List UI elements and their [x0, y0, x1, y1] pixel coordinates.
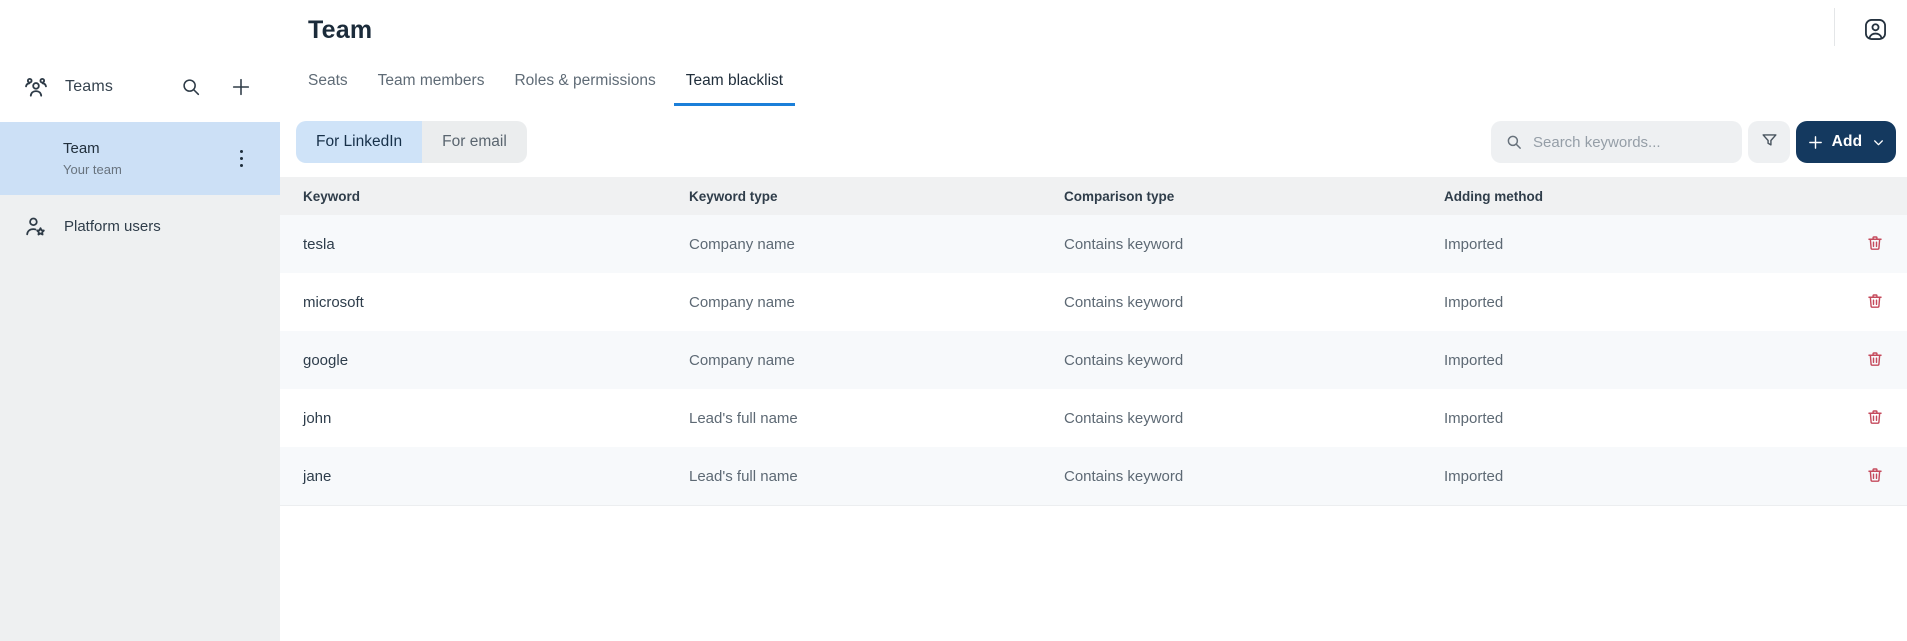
platform-users-label: Platform users: [64, 218, 161, 235]
team-item-texts: Team Your team: [63, 140, 232, 177]
cell-keyword-type: Company name: [689, 294, 1064, 311]
sidebar-header: Teams: [0, 0, 280, 122]
search-keywords-input[interactable]: [1533, 134, 1728, 151]
table-row: jane Lead's full name Contains keyword I…: [280, 447, 1907, 505]
controls-row: For LinkedIn For email: [280, 121, 1907, 163]
filter-chip-linkedin[interactable]: For LinkedIn: [296, 121, 422, 163]
cell-adding-method: Imported: [1444, 294, 1843, 311]
search-icon[interactable]: [180, 76, 202, 98]
column-header-keyword-type: Keyword type: [689, 189, 1064, 204]
table-row: tesla Company name Contains keyword Impo…: [280, 215, 1907, 273]
cell-keyword-type: Lead's full name: [689, 468, 1064, 485]
page-title: Team: [308, 16, 1907, 45]
cell-adding-method: Imported: [1444, 352, 1843, 369]
table-body: tesla Company name Contains keyword Impo…: [280, 215, 1907, 505]
team-item-name: Team: [63, 140, 232, 157]
add-team-icon[interactable]: [230, 76, 252, 98]
cell-keyword: tesla: [303, 236, 689, 253]
cell-comparison-type: Contains keyword: [1064, 352, 1444, 369]
tab-seats[interactable]: Seats: [296, 70, 360, 106]
delete-row-button[interactable]: [1862, 289, 1888, 315]
table-row: google Company name Contains keyword Imp…: [280, 331, 1907, 389]
team-item-subtitle: Your team: [63, 162, 232, 177]
plus-icon: [1807, 134, 1824, 151]
column-header-keyword: Keyword: [303, 189, 689, 204]
table-row: john Lead's full name Contains keyword I…: [280, 389, 1907, 447]
main-content: Team Seats Team members Roles & permissi…: [280, 0, 1907, 641]
table-bottom-border: [280, 505, 1907, 506]
cell-adding-method: Imported: [1444, 468, 1843, 485]
cell-comparison-type: Contains keyword: [1064, 410, 1444, 427]
sidebar-item-platform-users[interactable]: Platform users: [0, 195, 280, 257]
chevron-down-icon: [1872, 136, 1885, 149]
cell-keyword: google: [303, 352, 689, 369]
delete-row-button[interactable]: [1862, 405, 1888, 431]
platform-users-icon: [23, 214, 48, 239]
cell-keyword: jane: [303, 468, 689, 485]
cell-comparison-type: Contains keyword: [1064, 236, 1444, 253]
column-header-comparison-type: Comparison type: [1064, 189, 1444, 204]
trash-icon: [1866, 408, 1884, 429]
user-avatar-icon[interactable]: [1862, 16, 1889, 43]
cell-adding-method: Imported: [1444, 236, 1843, 253]
trash-icon: [1866, 234, 1884, 255]
cell-comparison-type: Contains keyword: [1064, 468, 1444, 485]
filter-button[interactable]: [1748, 121, 1790, 163]
cell-keyword-type: Company name: [689, 352, 1064, 369]
table-row: microsoft Company name Contains keyword …: [280, 273, 1907, 331]
sidebar-item-team[interactable]: Team Your team: [0, 122, 280, 195]
sidebar: Teams Team Your team: [0, 0, 280, 641]
filter-chip-email[interactable]: For email: [422, 121, 527, 163]
sidebar-title: Teams: [65, 78, 164, 96]
topbar-divider: [1834, 8, 1835, 46]
search-keywords-box: [1491, 121, 1742, 163]
cell-keyword-type: Lead's full name: [689, 410, 1064, 427]
cell-keyword: john: [303, 410, 689, 427]
cell-adding-method: Imported: [1444, 410, 1843, 427]
cell-keyword: microsoft: [303, 294, 689, 311]
tabs: Seats Team members Roles & permissions T…: [280, 58, 1907, 106]
search-icon: [1505, 133, 1523, 151]
delete-row-button[interactable]: [1862, 463, 1888, 489]
trash-icon: [1866, 350, 1884, 371]
cell-comparison-type: Contains keyword: [1064, 294, 1444, 311]
trash-icon: [1866, 466, 1884, 487]
filter-segmented-control: For LinkedIn For email: [296, 121, 527, 163]
delete-row-button[interactable]: [1862, 231, 1888, 257]
tab-roles-permissions[interactable]: Roles & permissions: [502, 70, 667, 106]
filter-funnel-icon: [1760, 131, 1779, 153]
teams-group-icon: [23, 74, 49, 100]
column-header-adding-method: Adding method: [1444, 189, 1843, 204]
sidebar-lower-panel: Platform users: [0, 195, 280, 641]
trash-icon: [1866, 292, 1884, 313]
topbar: Team: [280, 0, 1907, 58]
cell-keyword-type: Company name: [689, 236, 1064, 253]
tab-team-members[interactable]: Team members: [366, 70, 497, 106]
blacklist-table: Keyword Keyword type Comparison type Add…: [280, 177, 1907, 506]
tab-team-blacklist[interactable]: Team blacklist: [674, 70, 795, 106]
table-header-row: Keyword Keyword type Comparison type Add…: [280, 177, 1907, 215]
kebab-menu-icon[interactable]: [232, 146, 250, 172]
add-button[interactable]: Add: [1796, 121, 1896, 163]
delete-row-button[interactable]: [1862, 347, 1888, 373]
add-button-label: Add: [1832, 133, 1863, 151]
